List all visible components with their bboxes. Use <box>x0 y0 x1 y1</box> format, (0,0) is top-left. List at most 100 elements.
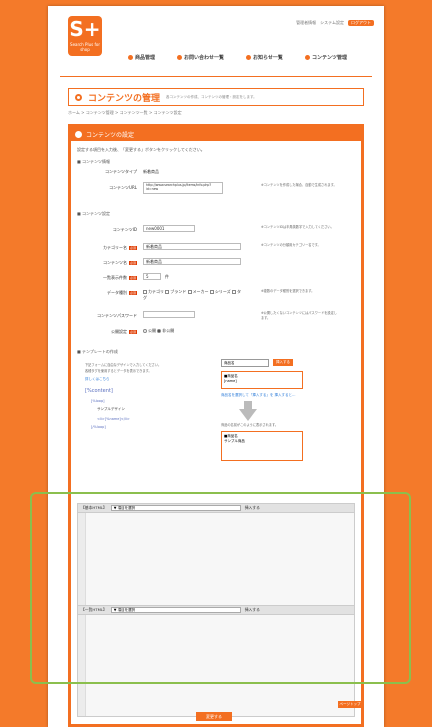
content-name-field[interactable]: 新着商品 <box>143 258 241 265</box>
content-id-label: コンテンツID <box>112 227 137 232</box>
editor-body[interactable] <box>78 615 354 716</box>
breadcrumb: ホーム > コンテンツ管理 > コンテンツ一覧 > コンテンツ設定 <box>68 110 182 115</box>
required-badge: 必須 <box>128 261 137 265</box>
checkbox-option[interactable]: シリーズ <box>209 289 231 294</box>
section-template: ■ テンプレートの作成 <box>77 349 118 354</box>
bullet-icon <box>246 55 252 60</box>
content-type-label: コンテンツタイプ <box>105 169 137 174</box>
header-divider <box>60 76 372 77</box>
required-badge: 必須 <box>128 330 137 334</box>
insert-button[interactable]: 挿入する <box>245 505 260 511</box>
content-url-label: コンテンツURL <box>109 185 137 190</box>
radio-icon <box>143 329 147 333</box>
item-select[interactable]: ▼ 項目を選択 <box>110 607 241 613</box>
chat-icon <box>75 130 82 138</box>
tag-select[interactable]: 商品名 <box>221 359 269 367</box>
radio-publish[interactable]: 公開 <box>143 328 156 333</box>
tag-preview-box: ■商品名 [name] <box>221 371 303 389</box>
code-line: [%loop] <box>91 399 105 403</box>
checkbox-icon <box>187 290 192 294</box>
option-label: ブランド <box>170 289 187 294</box>
preview-caption: 商品名を選択して「挿入する」を 挿入すると… <box>221 393 296 397</box>
submit-button[interactable]: 変更する <box>196 712 232 721</box>
code-line: <li>[%name]</li> <box>97 417 130 421</box>
checkbox-icon <box>143 290 147 294</box>
required-badge: 必須 <box>128 276 137 280</box>
template-desc-1: 下記フォームに自由なデザインで入力してください。 <box>85 363 162 367</box>
required-badge: 必須 <box>128 291 137 295</box>
content-url-field[interactable]: http://www.searchplus.jp/items/info.php?… <box>143 182 223 194</box>
bullet-icon <box>128 55 133 60</box>
nav-item-news[interactable]: お知らせ一覧 <box>246 54 283 61</box>
category-note: ※コンテンツの分類用カテゴリー名です。 <box>261 243 321 247</box>
bullet-icon <box>177 55 183 60</box>
circle-icon <box>75 93 82 101</box>
list-html-editor[interactable]: 【一覧HTML】 ▼ 項目を選択 挿入する <box>77 605 355 717</box>
data-type-checkboxes: カテゴリ ブランド メーカー シリーズ タグ <box>143 289 243 301</box>
checkbox-option[interactable]: メーカー <box>187 289 209 294</box>
nav-item-inquiries[interactable]: お問い合わせ一覧 <box>177 54 224 61</box>
page-top-button[interactable]: ページトップ <box>338 701 362 708</box>
result-caption: 商品の名前がこのように表示されます。 <box>221 423 279 427</box>
editor-body[interactable] <box>78 513 354 606</box>
password-field[interactable] <box>143 311 195 318</box>
tag-insert-button[interactable]: 挿入する <box>273 359 293 366</box>
logout-button[interactable]: ログアウト <box>348 20 374 26</box>
option-label: シリーズ <box>214 289 231 294</box>
radio-icon <box>157 329 162 333</box>
item-select[interactable]: ▼ 項目を選択 <box>110 505 241 511</box>
admin-info-link[interactable]: 管理者情報 <box>296 20 316 26</box>
content-id-field[interactable]: new0001 <box>143 225 195 232</box>
editor-toolbar: 【一覧HTML】 ▼ 項目を選択 挿入する <box>78 606 354 615</box>
password-label: コンテンツパスワード <box>97 313 137 318</box>
content-id-note: ※コンテンツIDは半角英数字で入力してください。 <box>261 225 334 229</box>
down-arrow-icon <box>239 409 257 421</box>
checkbox-option[interactable]: ブランド <box>165 289 186 294</box>
template-help-link[interactable]: 詳しくはこちら <box>85 377 110 382</box>
nav-label: コンテンツ管理 <box>311 55 347 61</box>
code-line: [%content] <box>85 388 113 394</box>
header: S+ Search Plus for shop 管理者情報 システム設定 ログア… <box>48 6 384 76</box>
radio-label: 非公開 <box>162 328 175 333</box>
settings-panel: コンテンツの設定 設定する項目を入力後、「変更する」ボタンをクリックしてください… <box>68 124 364 727</box>
nav-item-contents[interactable]: コンテンツ管理 <box>304 54 347 61</box>
nav-label: お問い合わせ一覧 <box>184 55 225 61</box>
checkbox-option[interactable]: カテゴリ <box>143 289 164 294</box>
line-gutter <box>78 615 86 716</box>
panel-heading: コンテンツの設定 <box>86 131 135 139</box>
category-field[interactable]: 新着商品 <box>143 243 241 250</box>
content-type-value: 新着商品 <box>143 169 159 174</box>
section-settings: ■ コンテンツ設定 <box>77 211 111 216</box>
publish-label: 公開設定 必須 <box>85 329 137 335</box>
app-window: S+ Search Plus for shop 管理者情報 システム設定 ログア… <box>48 6 384 727</box>
nav-label: お知らせ一覧 <box>253 55 283 61</box>
content-url-note: ※コンテンツを作成した場合、自動で生成されます。 <box>261 183 337 187</box>
nav-item-products[interactable]: 商品管理 <box>128 54 155 61</box>
logo[interactable]: S+ Search Plus for shop <box>68 16 102 56</box>
radio-unpublish[interactable]: 非公開 <box>157 328 174 333</box>
required-badge: 必須 <box>128 246 137 250</box>
bullet-icon <box>304 55 310 60</box>
basic-html-editor[interactable]: 【基本HTML】 ▼ 項目を選択 挿入する <box>77 503 355 607</box>
content-name-label-text: コンテンツ名 <box>102 260 127 265</box>
category-label: カテゴリー名 必須 <box>85 245 137 251</box>
data-type-label-text: データ種別 <box>106 290 127 295</box>
content-name-label: コンテンツ名 必須 <box>85 260 137 266</box>
page-description: 各コンテンツの作成、コンテンツの管理・設定をします。 <box>166 94 257 99</box>
logo-name: Search Plus for shop <box>70 42 100 52</box>
count-label-text: 一覧表示件数 <box>102 275 127 280</box>
radio-label: 公開 <box>148 328 156 333</box>
count-unit: 件 <box>165 274 169 279</box>
option-label: メーカー <box>192 289 209 294</box>
page-title-bar: コンテンツの管理 各コンテンツの作成、コンテンツの管理・設定をします。 <box>68 88 364 106</box>
publish-label-text: 公開設定 <box>110 329 127 334</box>
section-basic: ■ コンテンツ情報 <box>77 159 111 164</box>
category-label-text: カテゴリー名 <box>102 245 127 250</box>
arrow-stem <box>244 401 252 409</box>
insert-button[interactable]: 挿入する <box>245 607 260 613</box>
result-line: サンプル商品 <box>224 439 245 443</box>
code-line: [/%loop] <box>91 425 106 429</box>
page-title: コンテンツの管理 <box>88 93 161 104</box>
count-field[interactable]: 5 <box>143 273 161 280</box>
system-settings-link[interactable]: システム設定 <box>320 20 344 26</box>
